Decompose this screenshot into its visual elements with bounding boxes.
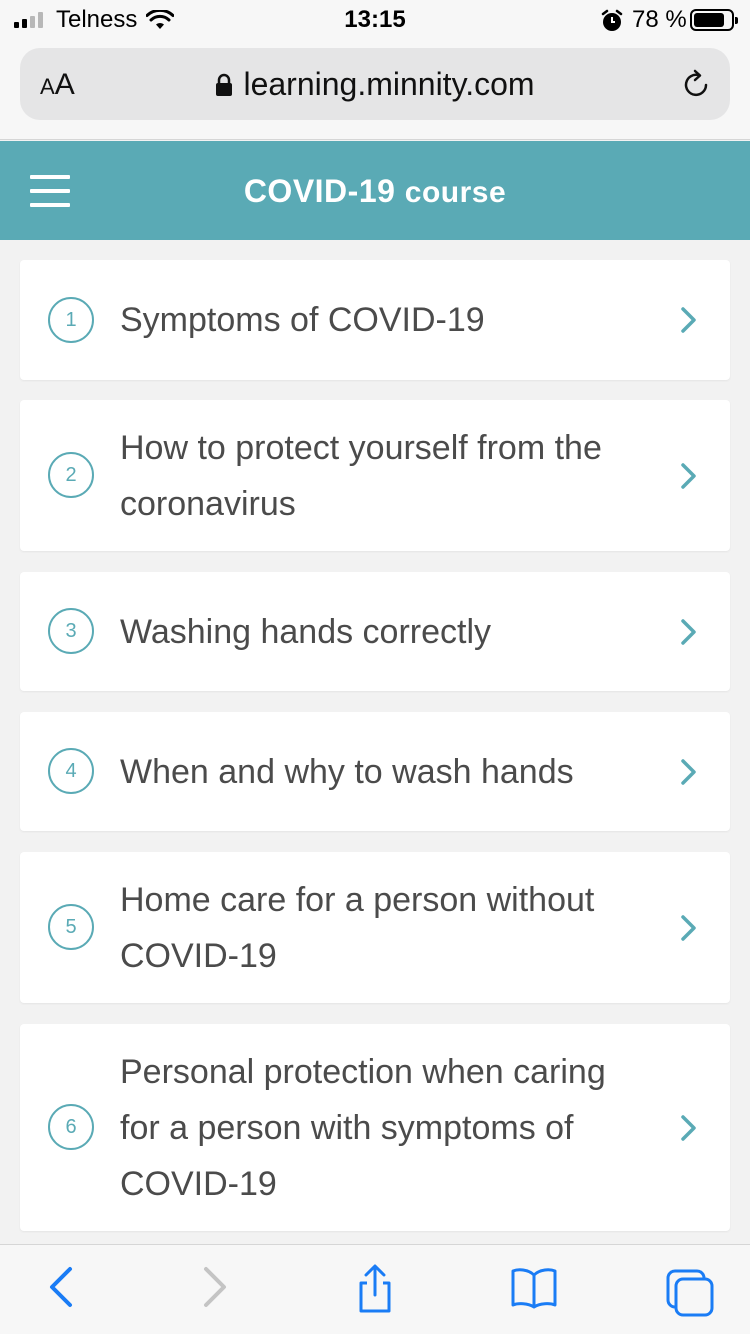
lesson-title: Home care for a person without COVID-19 bbox=[120, 881, 595, 975]
status-bar: Telness 13:15 78 % bbox=[0, 0, 750, 40]
chevron-right-icon bbox=[681, 1115, 696, 1141]
browser-toolbar bbox=[0, 1244, 750, 1334]
lesson-item-5[interactable]: 5 Home care for a person without COVID-1… bbox=[20, 852, 730, 1003]
page-title: COVID-19 course bbox=[243, 173, 507, 209]
battery-percent: 78 % bbox=[632, 6, 687, 33]
back-icon[interactable] bbox=[46, 1265, 76, 1309]
lesson-item-4[interactable]: 4 When and why to wash hands bbox=[20, 712, 730, 831]
lesson-item-2[interactable]: 2 How to protect yourself from the coron… bbox=[20, 400, 730, 551]
lesson-number: 4 bbox=[48, 748, 94, 794]
lesson-title: Symptoms of COVID-19 bbox=[120, 301, 485, 339]
reload-icon[interactable] bbox=[680, 68, 712, 100]
lesson-title: When and why to wash hands bbox=[120, 753, 574, 791]
chevron-right-icon bbox=[681, 463, 696, 489]
lesson-title: Washing hands correctly bbox=[120, 613, 492, 651]
lesson-number: 2 bbox=[48, 452, 94, 498]
chevron-right-icon bbox=[681, 619, 696, 645]
lesson-title: Personal protection when caring for a pe… bbox=[120, 1053, 606, 1203]
battery-icon bbox=[690, 9, 738, 31]
chevron-right-icon bbox=[681, 307, 696, 333]
lesson-number: 6 bbox=[48, 1104, 94, 1150]
url-text: learning.minnity.com bbox=[243, 66, 535, 102]
app-header: COVID-19 course bbox=[0, 141, 750, 240]
tabs-icon[interactable] bbox=[664, 1267, 716, 1317]
lesson-number: 3 bbox=[48, 608, 94, 654]
bookmarks-icon[interactable] bbox=[510, 1265, 558, 1309]
lesson-item-3[interactable]: 3 Washing hands correctly bbox=[20, 572, 730, 691]
chevron-right-icon bbox=[681, 759, 696, 785]
lesson-item-6[interactable]: 6 Personal protection when caring for a … bbox=[20, 1024, 730, 1231]
forward-icon[interactable] bbox=[200, 1265, 230, 1309]
address-bar[interactable]: AA learning.minnity.com bbox=[20, 48, 730, 120]
lock-icon bbox=[216, 73, 233, 96]
chevron-right-icon bbox=[681, 915, 696, 941]
url-display[interactable]: learning.minnity.com bbox=[20, 66, 730, 103]
lesson-item-1[interactable]: 1 Symptoms of COVID-19 bbox=[20, 260, 730, 380]
alarm-icon bbox=[601, 9, 623, 31]
share-icon[interactable] bbox=[354, 1263, 396, 1315]
browser-chrome: AA learning.minnity.com bbox=[0, 40, 750, 140]
lesson-number: 5 bbox=[48, 904, 94, 950]
lesson-number: 1 bbox=[48, 297, 94, 343]
lesson-title: How to protect yourself from the coronav… bbox=[120, 429, 602, 523]
